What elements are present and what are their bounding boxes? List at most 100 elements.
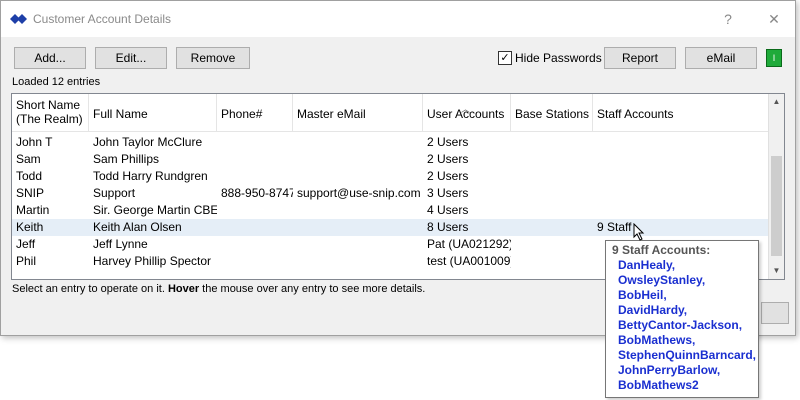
help-button[interactable]: ? [713, 6, 743, 32]
status-indicator[interactable]: I [766, 49, 782, 67]
cell-master-email [293, 151, 423, 168]
cell-master-email: support@use-snip.com [297, 186, 421, 200]
cell-base-stations [511, 168, 593, 185]
cell-short-name: Martin [16, 203, 50, 217]
scrollbar-thumb[interactable] [771, 156, 782, 256]
cell-staff-accounts [593, 185, 770, 202]
cell-base-stations [511, 202, 593, 219]
cell-user-accounts: 3 Users [427, 186, 469, 200]
cell-phone [217, 202, 293, 219]
column-header-short-name[interactable]: Short Name (The Realm) [12, 94, 89, 132]
close-window-button[interactable]: ✕ [759, 6, 789, 32]
tooltip-staff-item: BobHeil, [618, 288, 667, 302]
cell-staff-accounts [593, 168, 770, 185]
cell-base-stations [511, 151, 593, 168]
tooltip-staff-item: BobMathews2 [618, 378, 699, 392]
column-header-full-name[interactable]: Full Name [89, 94, 217, 132]
staff-accounts-tooltip: 9 Staff Accounts: DanHealy, OwsleyStanle… [605, 240, 759, 398]
tooltip-staff-item: OwsleyStanley, [618, 273, 706, 287]
tooltip-staff-item: DavidHardy, [618, 303, 688, 317]
cell-staff-accounts [593, 134, 770, 151]
cell-base-stations [511, 219, 593, 236]
cell-user-accounts: 8 Users [427, 220, 469, 234]
column-header-phone[interactable]: Phone# [217, 94, 293, 132]
table-row[interactable]: Todd Todd Harry Rundgren 2 Users [12, 168, 770, 185]
mouse-pointer-icon [633, 223, 645, 241]
column-header-master-email[interactable]: Master eMail [293, 94, 423, 132]
cell-base-stations [511, 185, 593, 202]
remove-button[interactable]: Remove [176, 47, 250, 69]
sort-ascending-icon: ︿ [461, 104, 471, 114]
cell-full-name: Sam Phillips [93, 152, 160, 166]
cell-phone [217, 151, 293, 168]
entries-loaded-status: Loaded 12 entries [12, 76, 101, 88]
cell-full-name: Keith Alan Olsen [93, 220, 182, 234]
table-row-hovered[interactable]: Keith Keith Alan Olsen 8 Users 9 Staff [12, 219, 770, 236]
cell-user-accounts: 2 Users [427, 152, 469, 166]
cell-phone [217, 219, 293, 236]
cell-base-stations [511, 236, 593, 253]
usage-hint-text-2: the mouse over any entry to see more det… [199, 283, 426, 295]
tooltip-staff-item: BobMathews, [618, 333, 696, 347]
window-title: Customer Account Details [33, 12, 172, 26]
cell-user-accounts: 4 Users [427, 203, 469, 217]
vertical-scrollbar[interactable]: ▲ ▼ [768, 94, 784, 279]
cell-full-name: John Taylor McClure [93, 135, 203, 149]
report-button[interactable]: Report [604, 47, 676, 69]
cell-phone [217, 236, 293, 253]
table-row[interactable]: Martin Sir. George Martin CBE 4 Users [12, 202, 770, 219]
column-header-short-name-line1: Short Name [16, 98, 81, 112]
usage-hint: Select an entry to operate on it. Hover … [12, 283, 425, 295]
usage-hint-bold: Hover [167, 283, 200, 295]
tooltip-title: 9 Staff Accounts: [612, 243, 711, 257]
cell-staff-accounts [593, 151, 770, 168]
cell-short-name: SNIP [16, 186, 45, 200]
dialog-close-button[interactable] [761, 302, 789, 324]
tooltip-staff-item: DanHealy, [618, 258, 676, 272]
cell-phone [217, 168, 293, 185]
cell-phone [217, 253, 293, 270]
cell-full-name: Todd Harry Rundgren [93, 169, 208, 183]
cell-master-email [293, 134, 423, 151]
cell-master-email [293, 253, 423, 270]
column-header-base-stations[interactable]: Base Stations [511, 94, 593, 132]
column-header-user-accounts[interactable]: ︿ User Accounts [423, 94, 511, 132]
column-header-staff-accounts[interactable]: Staff Accounts [593, 94, 770, 132]
cell-master-email [293, 202, 423, 219]
cell-short-name: Sam [16, 152, 41, 166]
cell-short-name: Phil [16, 254, 37, 268]
cell-full-name: Sir. George Martin CBE [93, 203, 217, 217]
email-button[interactable]: eMail [685, 47, 757, 69]
cell-base-stations [511, 253, 593, 270]
hide-passwords-label: Hide Passwords [515, 51, 602, 65]
cell-short-name: Keith [16, 220, 44, 234]
edit-button[interactable]: Edit... [95, 47, 167, 69]
app-logo-icon [10, 14, 27, 24]
cell-base-stations [511, 134, 593, 151]
cell-staff-accounts [593, 202, 770, 219]
usage-hint-text-1: Select an entry to operate on it. [12, 283, 168, 295]
add-button[interactable]: Add... [14, 47, 86, 69]
hide-passwords-checkbox[interactable]: ✓ [498, 51, 512, 65]
scroll-up-arrow-icon[interactable]: ▲ [769, 96, 784, 108]
column-header-short-name-line2: (The Realm) [16, 112, 83, 126]
cell-full-name: Harvey Phillip Spector [93, 254, 212, 268]
cell-user-accounts: Pat (UA021292) [427, 237, 511, 251]
cell-master-email [293, 236, 423, 253]
cell-full-name: Support [93, 186, 136, 200]
table-row[interactable]: Sam Sam Phillips 2 Users [12, 151, 770, 168]
cell-full-name: Jeff Lynne [93, 237, 148, 251]
tooltip-staff-item: BettyCantor-Jackson, [618, 318, 743, 332]
title-bar: Customer Account Details ? ✕ [1, 1, 795, 37]
scroll-down-arrow-icon[interactable]: ▼ [769, 265, 784, 277]
table-row[interactable]: SNIP Support 888-950-8747 support@use-sn… [12, 185, 770, 202]
cell-short-name: Jeff [16, 237, 36, 251]
table-row[interactable]: John T John Taylor McClure 2 Users [12, 134, 770, 151]
cell-short-name: John T [16, 135, 53, 149]
cell-user-accounts: test (UA001009) [427, 254, 511, 268]
cell-user-accounts: 2 Users [427, 135, 469, 149]
cell-short-name: Todd [16, 169, 43, 183]
cell-master-email [293, 219, 423, 236]
tooltip-staff-item: StephenQuinnBarncard, [618, 348, 757, 362]
cell-staff-accounts: 9 Staff [597, 220, 632, 234]
